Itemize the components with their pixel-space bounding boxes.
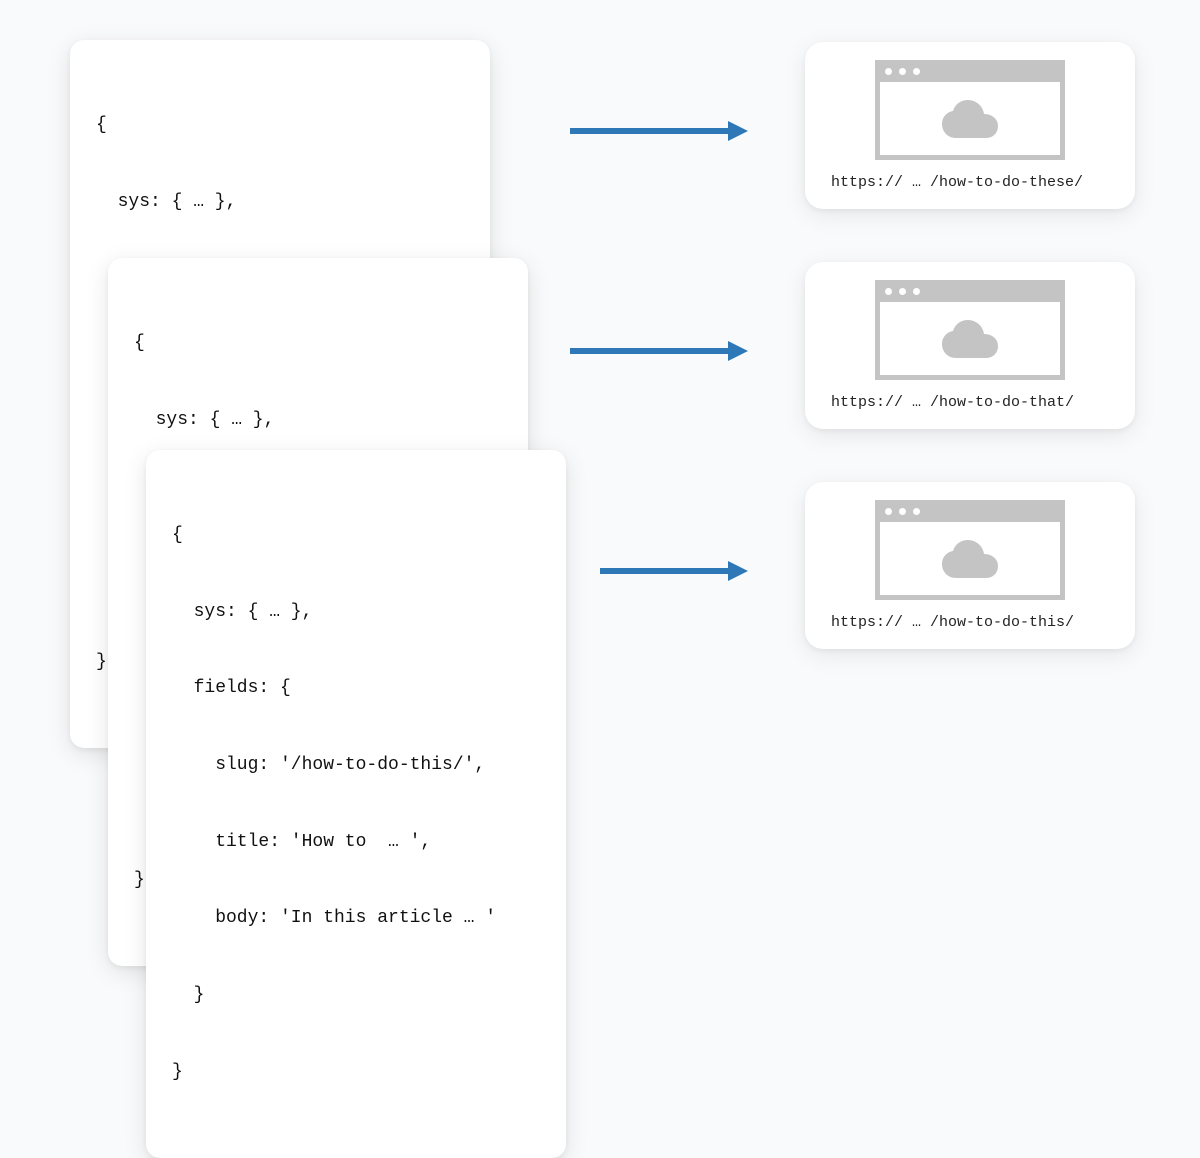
window-dot-icon [885,288,892,295]
browser-window-icon [875,60,1065,160]
arrow-icon [570,119,750,125]
browser-titlebar [875,280,1065,302]
code-line: { [96,113,464,139]
code-line: slug: '/how-to-do-this/', [172,753,540,779]
code-line: body: 'In this article … ' [172,906,540,932]
code-line: { [172,523,540,549]
browser-window-icon [875,500,1065,600]
window-dot-icon [885,68,892,75]
browser-viewport [875,82,1065,160]
window-dot-icon [913,68,920,75]
page-url-text: https:// … /how-to-do-these/ [829,174,1111,191]
browser-viewport [875,302,1065,380]
code-line: title: 'How to … ', [172,830,540,856]
arrow-icon [570,339,750,345]
page-card-entry-2: https:// … /how-to-do-that/ [805,262,1135,429]
code-line: fields: { [172,676,540,702]
page-url-text: https:// … /how-to-do-this/ [829,614,1111,631]
browser-titlebar [875,500,1065,522]
code-line: { [134,331,502,357]
browser-titlebar [875,60,1065,82]
code-line: sys: { … }, [172,600,540,626]
page-card-entry-1: https:// … /how-to-do-these/ [805,42,1135,209]
diagram-stage: { sys: { … }, fields: { slug: '/how-to-d… [0,0,1200,724]
window-dot-icon [899,508,906,515]
window-dot-icon [913,288,920,295]
browser-window-icon [875,280,1065,380]
code-line: } [172,1060,540,1086]
cloud-icon [942,100,998,138]
code-line: sys: { … }, [96,190,464,216]
code-card-entry-3: { sys: { … }, fields: { slug: '/how-to-d… [146,450,566,1158]
code-line: sys: { … }, [134,408,502,434]
page-url-text: https:// … /how-to-do-that/ [829,394,1111,411]
browser-viewport [875,522,1065,600]
cloud-icon [942,540,998,578]
window-dot-icon [899,288,906,295]
page-card-entry-3: https:// … /how-to-do-this/ [805,482,1135,649]
cloud-icon [942,320,998,358]
window-dot-icon [899,68,906,75]
window-dot-icon [913,508,920,515]
arrow-icon [600,559,750,565]
code-line: } [172,983,540,1009]
window-dot-icon [885,508,892,515]
